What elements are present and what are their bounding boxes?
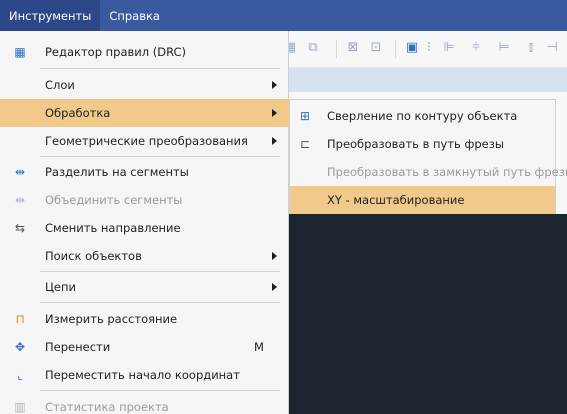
split-segments-icon: ⇹ bbox=[14, 165, 26, 179]
submenu-arrow-icon bbox=[272, 252, 277, 260]
submenu-arrow-icon bbox=[272, 109, 277, 117]
menu-item-label: Измерить расстояние bbox=[45, 312, 178, 326]
toolbar-align-right-icon[interactable]: ⊨ bbox=[497, 41, 511, 55]
menu-item-swap-direction[interactable]: ⇆ Сменить направление bbox=[0, 214, 289, 242]
join-segments-icon: ⇹ bbox=[14, 193, 26, 207]
menu-item-label: Слои bbox=[45, 78, 75, 92]
menu-item-label: Геометрические преобразования bbox=[45, 134, 248, 148]
app-tab-strip bbox=[289, 68, 567, 92]
menu-tools[interactable]: Инструменты bbox=[0, 0, 101, 31]
menu-item-label: Обработка bbox=[45, 106, 111, 120]
menu-item-processing[interactable]: Обработка bbox=[0, 99, 289, 127]
menu-item-label: Редактор правил (DRC) bbox=[45, 45, 187, 59]
menu-item-label: Сменить направление bbox=[45, 221, 181, 235]
menu-item-geometric-transforms[interactable]: Геометрические преобразования bbox=[0, 127, 289, 155]
menu-item-join-segments: ⇹ Объединить сегменты bbox=[0, 186, 289, 214]
submenu-arrow-icon bbox=[272, 283, 277, 291]
menu-item-move[interactable]: ✥ Перенести M bbox=[0, 333, 289, 361]
menu-item-label: Разделить на сегменты bbox=[45, 165, 189, 179]
submenu-item-drill-contour[interactable]: ⊞ Сверление по контуру объекта bbox=[290, 102, 555, 130]
menu-divider bbox=[40, 390, 280, 391]
menu-item-layers[interactable]: Слои bbox=[0, 71, 289, 99]
menu-item-measure-distance[interactable]: ⊓ Измерить расстояние bbox=[0, 305, 289, 333]
menu-item-move-origin[interactable]: ⌞ Переместить начало координат bbox=[0, 361, 289, 389]
menu-item-label: Переместить начало координат bbox=[45, 368, 240, 382]
statistics-icon: ▥ bbox=[14, 400, 26, 414]
submenu-item-convert-mill-path[interactable]: ⊏ Преобразовать в путь фрезы bbox=[290, 130, 555, 158]
submenu-item-label: Преобразовать в путь фрезы bbox=[327, 137, 504, 151]
toolbar-separator bbox=[395, 40, 396, 58]
shortcut-label: M bbox=[254, 340, 264, 354]
menu-item-label: Объединить сегменты bbox=[45, 193, 183, 207]
menu-item-split-segments[interactable]: ⇹ Разделить на сегменты bbox=[0, 158, 289, 186]
app-toolbar: ▦ ⧉ ⊠ ⊡ ▣ ⁝ ⊫ ⫩ ⊨ ⫾ ⊣ bbox=[284, 31, 567, 68]
menu-item-label: Статистика проекта bbox=[45, 400, 169, 414]
menu-divider bbox=[40, 156, 280, 157]
menu-item-label: Перенести bbox=[45, 340, 111, 354]
toolbar-more-icon[interactable]: ⁝ bbox=[422, 41, 436, 55]
menu-divider bbox=[40, 302, 280, 303]
drc-grid-icon: ▦ bbox=[14, 45, 26, 59]
submenu-item-xy-scaling[interactable]: XY - масштабирование bbox=[290, 186, 555, 214]
menu-divider bbox=[40, 68, 280, 69]
menu-item-project-statistics: ▥ Статистика проекта bbox=[0, 393, 289, 414]
drill-contour-icon: ⊞ bbox=[299, 109, 311, 123]
menubar: Инструменты Справка bbox=[0, 0, 567, 31]
menu-divider bbox=[40, 271, 280, 272]
move-arrows-icon: ✥ bbox=[14, 340, 26, 354]
processing-submenu: ⊞ Сверление по контуру объекта ⊏ Преобра… bbox=[289, 99, 567, 214]
tools-menu: ▦ Редактор правил (DRC) Слои Обработка Г… bbox=[0, 31, 289, 414]
swap-direction-icon: ⇆ bbox=[14, 221, 26, 235]
menu-item-nets[interactable]: Цепи bbox=[0, 273, 289, 301]
toolbar-zoom-box-icon[interactable]: ⊡ bbox=[369, 41, 383, 55]
menu-item-label: Цепи bbox=[45, 280, 76, 294]
submenu-item-label: Преобразовать в замкнутый путь фрезы bbox=[327, 165, 567, 179]
submenu-item-label: XY - масштабирование bbox=[327, 193, 465, 207]
submenu-item-label: Сверление по контуру объекта bbox=[327, 109, 518, 123]
submenu-item-convert-closed-mill-path: Преобразовать в замкнутый путь фрезы bbox=[290, 158, 567, 186]
submenu-arrow-icon bbox=[272, 137, 277, 145]
menu-item-label: Поиск объектов bbox=[45, 249, 142, 263]
menu-item-drc-editor[interactable]: ▦ Редактор правил (DRC) bbox=[0, 38, 289, 66]
toolbar-align-center-icon[interactable]: ⫩ bbox=[469, 41, 483, 55]
toolbar-copy-icon[interactable]: ⧉ bbox=[306, 41, 320, 55]
mill-path-icon: ⊏ bbox=[299, 137, 311, 151]
submenu-arrow-icon bbox=[272, 81, 277, 89]
ruler-icon: ⊓ bbox=[15, 312, 25, 326]
toolbar-align-left-icon[interactable]: ⊫ bbox=[442, 41, 456, 55]
toolbar-separator bbox=[336, 40, 337, 58]
menu-item-find-objects[interactable]: Поиск объектов bbox=[0, 242, 289, 270]
origin-icon: ⌞ bbox=[17, 368, 23, 382]
menu-help[interactable]: Справка bbox=[100, 0, 169, 31]
pcb-canvas[interactable] bbox=[289, 214, 567, 414]
toolbar-distribute-icon[interactable]: ⫾ bbox=[524, 41, 538, 55]
toolbar-align-icon[interactable]: ⊣ bbox=[545, 41, 559, 55]
toolbar-zoom-fit-icon[interactable]: ⊠ bbox=[346, 41, 360, 55]
toolbar-components-icon[interactable]: ▣ bbox=[405, 41, 419, 55]
